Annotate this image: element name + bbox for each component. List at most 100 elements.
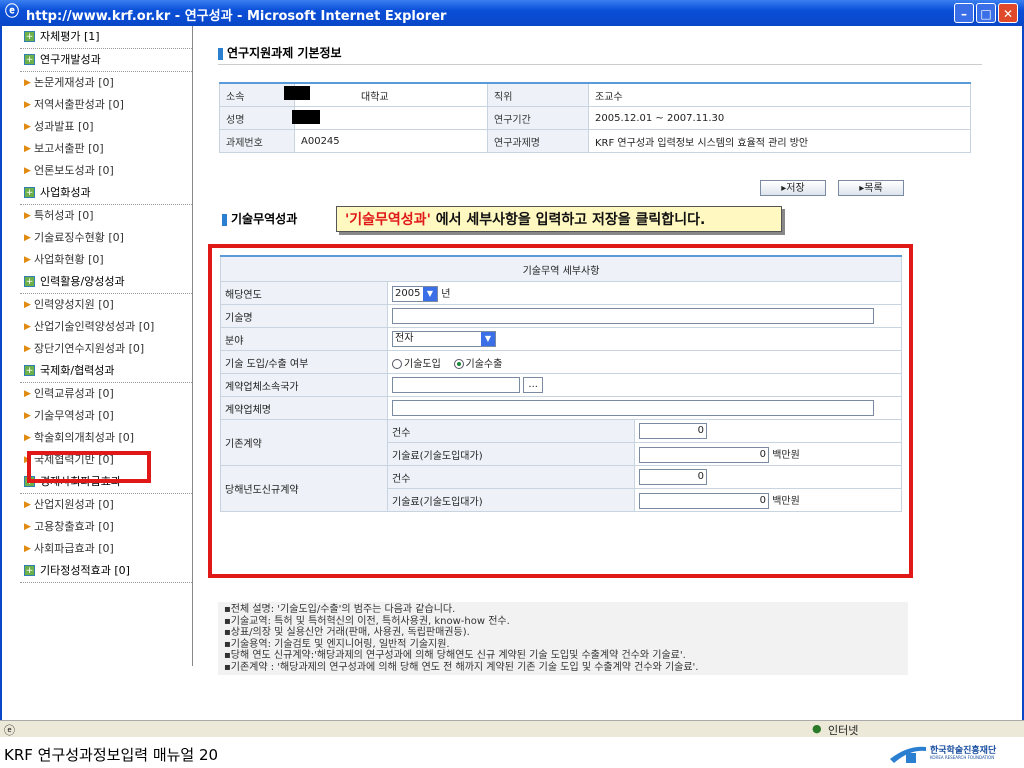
- existing-count-label: 건수: [387, 419, 635, 443]
- sidebar-item[interactable]: ▶ 장단기연수지원성과 [0]: [20, 338, 192, 360]
- notes-box: ▪전체 설명: '기술도입/수출'의 범주는 다음과 같습니다. ▪기술교역: 특…: [218, 602, 908, 675]
- sidebar-item-label: 기술료징수현황 [0]: [34, 231, 124, 244]
- minimize-button[interactable]: –: [954, 3, 974, 23]
- sidebar-item[interactable]: ▶ 보고서출판 [0]: [20, 138, 192, 160]
- arrow-right-icon: ▶: [24, 166, 31, 176]
- sidebar-item[interactable]: ▶ 인력양성지원 [0]: [20, 294, 192, 316]
- chevron-down-icon: ▼: [481, 332, 495, 346]
- sidebar-item[interactable]: ▶ 사회파급효과 [0]: [20, 538, 192, 560]
- export-label: 기술수출: [465, 358, 503, 370]
- country-label: 계약업체소속국가: [220, 373, 388, 397]
- year-label: 해당연도: [220, 281, 388, 305]
- field-select[interactable]: 전자 ▼: [392, 331, 496, 347]
- info-label: 과제번호: [219, 129, 295, 153]
- close-button[interactable]: ✕: [998, 3, 1018, 23]
- year-select[interactable]: 2005 ▼: [392, 285, 438, 302]
- page-icon: ⓔ: [4, 724, 15, 737]
- arrow-right-icon: ▶: [24, 522, 31, 532]
- sidebar-group-label: 인력활용/양성성과: [40, 275, 125, 288]
- logo-en: KOREA RESEARCH FOUNDATION: [930, 755, 995, 760]
- new-contract-label: 당해년도신규계약: [220, 465, 388, 512]
- note-line: ▪기존계약 : '해당과제의 연구성과에 의해 당해 연도 전 해까지 계약된 …: [224, 661, 699, 673]
- sidebar-item[interactable]: ▶ 고용창출효과 [0]: [20, 516, 192, 538]
- export-radio[interactable]: [453, 358, 464, 369]
- existing-contract-label: 기존계약: [220, 419, 388, 466]
- sidebar-group[interactable]: + 연구개발성과: [20, 49, 192, 72]
- sidebar-item[interactable]: ▶ 산업지원성과 [0]: [20, 494, 192, 516]
- sidebar-group[interactable]: + 자체평가 [1]: [20, 26, 192, 49]
- sidebar-item[interactable]: ▶ 언론보도성과 [0]: [20, 160, 192, 182]
- note-line: ▪기술교역: 특허 및 특허혁신의 이전, 특허사용권, know-how 전수…: [224, 615, 510, 627]
- sidebar-item-label: 산업지원성과 [0]: [34, 498, 114, 511]
- sidebar-item-label: 장단기연수지원성과 [0]: [34, 342, 145, 355]
- arrow-right-icon: ▶: [24, 100, 31, 110]
- trade-title: 기술무역성과: [222, 210, 297, 227]
- new-count-input[interactable]: 0: [639, 469, 707, 485]
- sidebar-group[interactable]: + 국제화/협력성과: [20, 360, 192, 383]
- detail-table-title: 기술무역 세부사항: [220, 255, 902, 282]
- chevron-down-icon: ▼: [423, 286, 437, 301]
- info-row: 소속 대학교 직위 조교수: [219, 82, 971, 107]
- sidebar-item[interactable]: ▶ 학술회의개최성과 [0]: [20, 427, 192, 449]
- import-label: 기술도입: [404, 358, 441, 370]
- arrow-right-icon: ▶: [24, 78, 31, 88]
- new-fee-unit: 백만원: [772, 495, 800, 507]
- maximize-button[interactable]: □: [976, 3, 996, 23]
- tech-name-input[interactable]: [392, 308, 874, 324]
- sidebar-group[interactable]: + 기타정성적효과 [0]: [20, 560, 192, 583]
- sidebar-group[interactable]: + 사업화성과: [20, 182, 192, 205]
- sidebar-item[interactable]: ▶ 성과발표 [0]: [20, 116, 192, 138]
- arrow-right-icon: ▶: [24, 300, 31, 310]
- globe-icon: ●: [812, 722, 822, 735]
- browse-button[interactable]: ...: [523, 377, 544, 393]
- title-bar: ⓔ http://www.krf.or.kr - 연구성과 - Microsof…: [0, 0, 1024, 26]
- krf-logo: 한국학술진흥재단 KOREA RESEARCH FOUNDATION: [888, 741, 1018, 765]
- expand-icon[interactable]: +: [24, 365, 35, 376]
- existing-count-input[interactable]: 0: [639, 423, 707, 439]
- sidebar-item[interactable]: ▶ 사업화현황 [0]: [20, 249, 192, 271]
- new-fee-input[interactable]: 0: [639, 492, 769, 509]
- arrow-right-icon: ▶: [24, 411, 31, 421]
- sidebar: + 자체평가 [1] + 연구개발성과 ▶ 논문게재성과 [0] ▶ 저역서출판성과 [0] ▶…: [20, 26, 193, 666]
- arrow-right-icon: ▶: [24, 211, 31, 221]
- save-button[interactable]: ▸저장: [760, 180, 826, 196]
- sidebar-item[interactable]: ▶ 산업기술인력양성성과 [0]: [20, 316, 192, 338]
- expand-icon[interactable]: +: [24, 565, 35, 576]
- company-input[interactable]: [392, 400, 874, 416]
- sidebar-group[interactable]: + 인력활용/양성성과: [20, 271, 192, 294]
- note-line: ▪기술용역: 기술검토 및 엔지니어링, 일반적 기술지원.: [224, 638, 450, 650]
- logo-mark-icon: [890, 746, 926, 763]
- redacted-block: [292, 110, 320, 124]
- country-input[interactable]: [392, 377, 520, 393]
- zone-label: 인터넷: [828, 724, 859, 737]
- ie-icon: ⓔ: [5, 4, 19, 20]
- existing-fee-label: 기술료(기술도입대가): [387, 442, 635, 466]
- sidebar-item-label: 인력교류성과 [0]: [34, 387, 114, 400]
- sidebar-item-label: 산업기술인력양성성과 [0]: [34, 320, 155, 333]
- info-row: 과제번호 A00245 연구과제명 KRF 연구성과 입력정보 시스템의 효율적 관리…: [219, 129, 971, 153]
- existing-fee-input[interactable]: 0: [639, 446, 769, 463]
- sidebar-item[interactable]: ▶ 기술무역성과 [0]: [20, 405, 192, 427]
- expand-icon[interactable]: +: [24, 54, 35, 65]
- sidebar-item-label: 인력양성지원 [0]: [34, 298, 114, 311]
- sidebar-group-label: 자체평가 [1]: [40, 30, 100, 43]
- status-bar: ⓔ ● 인터넷: [0, 720, 1024, 738]
- list-button[interactable]: ▸목록: [838, 180, 904, 196]
- sidebar-item[interactable]: ▶ 저역서출판성과 [0]: [20, 94, 192, 116]
- sidebar-item[interactable]: ▶ 특허성과 [0]: [20, 205, 192, 227]
- basic-info-table: 소속대학교직위조교수성명조연구기간2005.12.01 ~ 2007.11.30…: [219, 82, 971, 153]
- sidebar-item[interactable]: ▶ 인력교류성과 [0]: [20, 383, 192, 405]
- expand-icon[interactable]: +: [24, 187, 35, 198]
- sidebar-item-label: 기술무역성과 [0]: [34, 409, 114, 422]
- expand-icon[interactable]: +: [24, 31, 35, 42]
- footer-text: KRF 연구성과정보입력 매뉴얼 20: [4, 746, 219, 764]
- import-radio[interactable]: [392, 358, 402, 369]
- existing-fee-unit: 백만원: [772, 449, 800, 461]
- sidebar-item[interactable]: ▶ 논문게재성과 [0]: [20, 72, 192, 94]
- sidebar-item-label: 고용창출효과 [0]: [34, 520, 114, 533]
- sidebar-item-label: 논문게재성과 [0]: [34, 76, 114, 89]
- sidebar-item[interactable]: ▶ 기술료징수현황 [0]: [20, 227, 192, 249]
- arrow-right-icon: ▶: [24, 389, 31, 399]
- expand-icon[interactable]: +: [24, 276, 35, 287]
- footer: KRF 연구성과정보입력 매뉴얼 20 한국학술진흥재단 KOREA RESEA…: [0, 737, 1024, 768]
